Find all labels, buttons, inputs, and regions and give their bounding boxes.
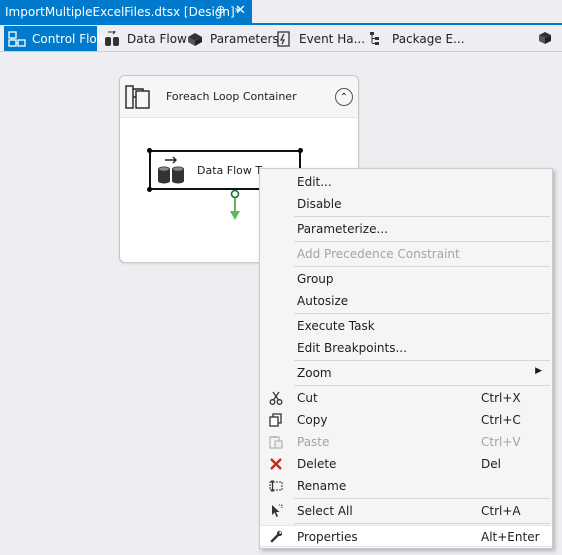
paste-icon bbox=[268, 434, 284, 450]
menu-item-zoom[interactable]: Zoom ▶ bbox=[260, 362, 552, 384]
menu-item-label: Paste bbox=[297, 435, 330, 449]
rename-icon bbox=[268, 478, 284, 494]
menu-item-label: Execute Task bbox=[297, 319, 375, 333]
selection-handle[interactable] bbox=[298, 148, 303, 153]
selection-handle[interactable] bbox=[147, 187, 152, 192]
menu-item-label: Zoom bbox=[297, 366, 332, 380]
menu-separator bbox=[294, 313, 550, 314]
menu-separator bbox=[294, 498, 550, 499]
copy-icon bbox=[268, 412, 284, 428]
menu-item-shortcut: Del bbox=[481, 457, 501, 471]
menu-item-parameterize[interactable]: Parameterize... bbox=[260, 218, 552, 240]
menu-separator bbox=[294, 216, 550, 217]
foreach-loop-icon bbox=[125, 85, 151, 109]
menu-item-label: Rename bbox=[297, 479, 347, 493]
menu-item-add-precedence-constraint: Add Precedence Constraint bbox=[260, 243, 552, 265]
menu-item-label: Group bbox=[297, 272, 334, 286]
menu-item-label: Select All bbox=[297, 504, 353, 518]
data-flow-icon bbox=[103, 29, 121, 47]
menu-separator bbox=[294, 523, 550, 524]
menu-item-label: Delete bbox=[297, 457, 337, 471]
menu-item-label: Parameterize... bbox=[297, 222, 388, 236]
pin-icon[interactable]: ⊕ bbox=[216, 3, 225, 16]
tab-data-flow-label: Data Flow bbox=[127, 31, 187, 46]
designer-tab-bar: Control Flow Data Flow Parameters Event … bbox=[0, 26, 562, 52]
menu-item-shortcut: Alt+Enter bbox=[481, 530, 540, 544]
document-tab-strip: ImportMultipleExcelFiles.dtsx [Design]* … bbox=[0, 0, 562, 25]
menu-item-label: Copy bbox=[297, 413, 328, 427]
select-all-icon bbox=[268, 503, 284, 519]
menu-item-select-all[interactable]: Select All Ctrl+A bbox=[260, 500, 552, 522]
menu-separator bbox=[294, 385, 550, 386]
menu-item-copy[interactable]: Copy Ctrl+C bbox=[260, 409, 552, 431]
menu-item-label: Add Precedence Constraint bbox=[297, 247, 460, 261]
parameters-icon bbox=[186, 31, 204, 47]
package-explorer-icon bbox=[368, 31, 386, 47]
control-flow-icon bbox=[8, 30, 26, 47]
submenu-arrow-icon: ▶ bbox=[535, 366, 542, 376]
document-tab[interactable]: ImportMultipleExcelFiles.dtsx [Design]* … bbox=[0, 0, 252, 23]
container-header: Foreach Loop Container ⌃ bbox=[120, 76, 358, 118]
menu-separator bbox=[294, 266, 550, 267]
selection-handle[interactable] bbox=[147, 148, 152, 153]
tab-package-explorer[interactable]: Package E... bbox=[368, 26, 465, 51]
tab-event-handlers[interactable]: Event Ha... bbox=[275, 26, 365, 51]
tab-control-flow[interactable]: Control Flow bbox=[4, 26, 107, 51]
menu-item-group[interactable]: Group bbox=[260, 268, 552, 290]
menu-item-label: Edit... bbox=[297, 175, 332, 189]
menu-item-label: Disable bbox=[297, 197, 342, 211]
wrench-icon bbox=[268, 529, 284, 545]
delete-x-icon bbox=[268, 456, 284, 472]
close-icon[interactable]: ✕ bbox=[235, 3, 246, 18]
tab-parameters-label: Parameters bbox=[210, 31, 279, 46]
container-title: Foreach Loop Container bbox=[166, 90, 297, 103]
data-flow-task-icon bbox=[155, 155, 187, 185]
menu-separator bbox=[294, 360, 550, 361]
tab-package-explorer-label: Package E... bbox=[392, 31, 465, 46]
collapse-button[interactable]: ⌃ bbox=[335, 88, 353, 106]
context-menu: Edit... Disable Parameterize... Add Prec… bbox=[259, 168, 553, 549]
task-label: Data Flow Ta bbox=[197, 164, 268, 177]
menu-item-delete[interactable]: Delete Del bbox=[260, 453, 552, 475]
tab-event-handlers-label: Event Ha... bbox=[299, 31, 366, 46]
menu-item-rename[interactable]: Rename bbox=[260, 475, 552, 497]
tab-data-flow[interactable]: Data Flow bbox=[103, 26, 187, 51]
menu-item-execute-task[interactable]: Execute Task bbox=[260, 315, 552, 337]
document-tab-title: ImportMultipleExcelFiles.dtsx [Design]* bbox=[5, 4, 241, 19]
menu-item-properties[interactable]: Properties Alt+Enter bbox=[260, 525, 552, 547]
menu-item-paste: Paste Ctrl+V bbox=[260, 431, 552, 453]
tab-control-flow-label: Control Flow bbox=[32, 31, 107, 46]
menu-item-label: Properties bbox=[297, 530, 358, 544]
menu-item-shortcut: Ctrl+V bbox=[481, 435, 521, 449]
menu-item-shortcut: Ctrl+A bbox=[481, 504, 521, 518]
menu-item-edit[interactable]: Edit... bbox=[260, 171, 552, 193]
tab-parameters[interactable]: Parameters bbox=[186, 26, 279, 51]
precedence-constraint-arrow[interactable] bbox=[228, 189, 242, 223]
menu-item-cut[interactable]: Cut Ctrl+X bbox=[260, 387, 552, 409]
menu-item-shortcut: Ctrl+C bbox=[481, 413, 521, 427]
menu-item-edit-breakpoints[interactable]: Edit Breakpoints... bbox=[260, 337, 552, 359]
menu-item-label: Edit Breakpoints... bbox=[297, 341, 407, 355]
scissors-icon bbox=[268, 390, 284, 406]
menu-item-disable[interactable]: Disable bbox=[260, 193, 552, 215]
event-handlers-icon bbox=[275, 30, 293, 47]
menu-item-autosize[interactable]: Autosize bbox=[260, 290, 552, 312]
menu-item-label: Cut bbox=[297, 391, 318, 405]
menu-item-label: Autosize bbox=[297, 294, 349, 308]
menu-separator bbox=[294, 241, 550, 242]
menu-item-shortcut: Ctrl+X bbox=[481, 391, 521, 405]
zoom-toolbox-icon[interactable] bbox=[538, 31, 552, 45]
